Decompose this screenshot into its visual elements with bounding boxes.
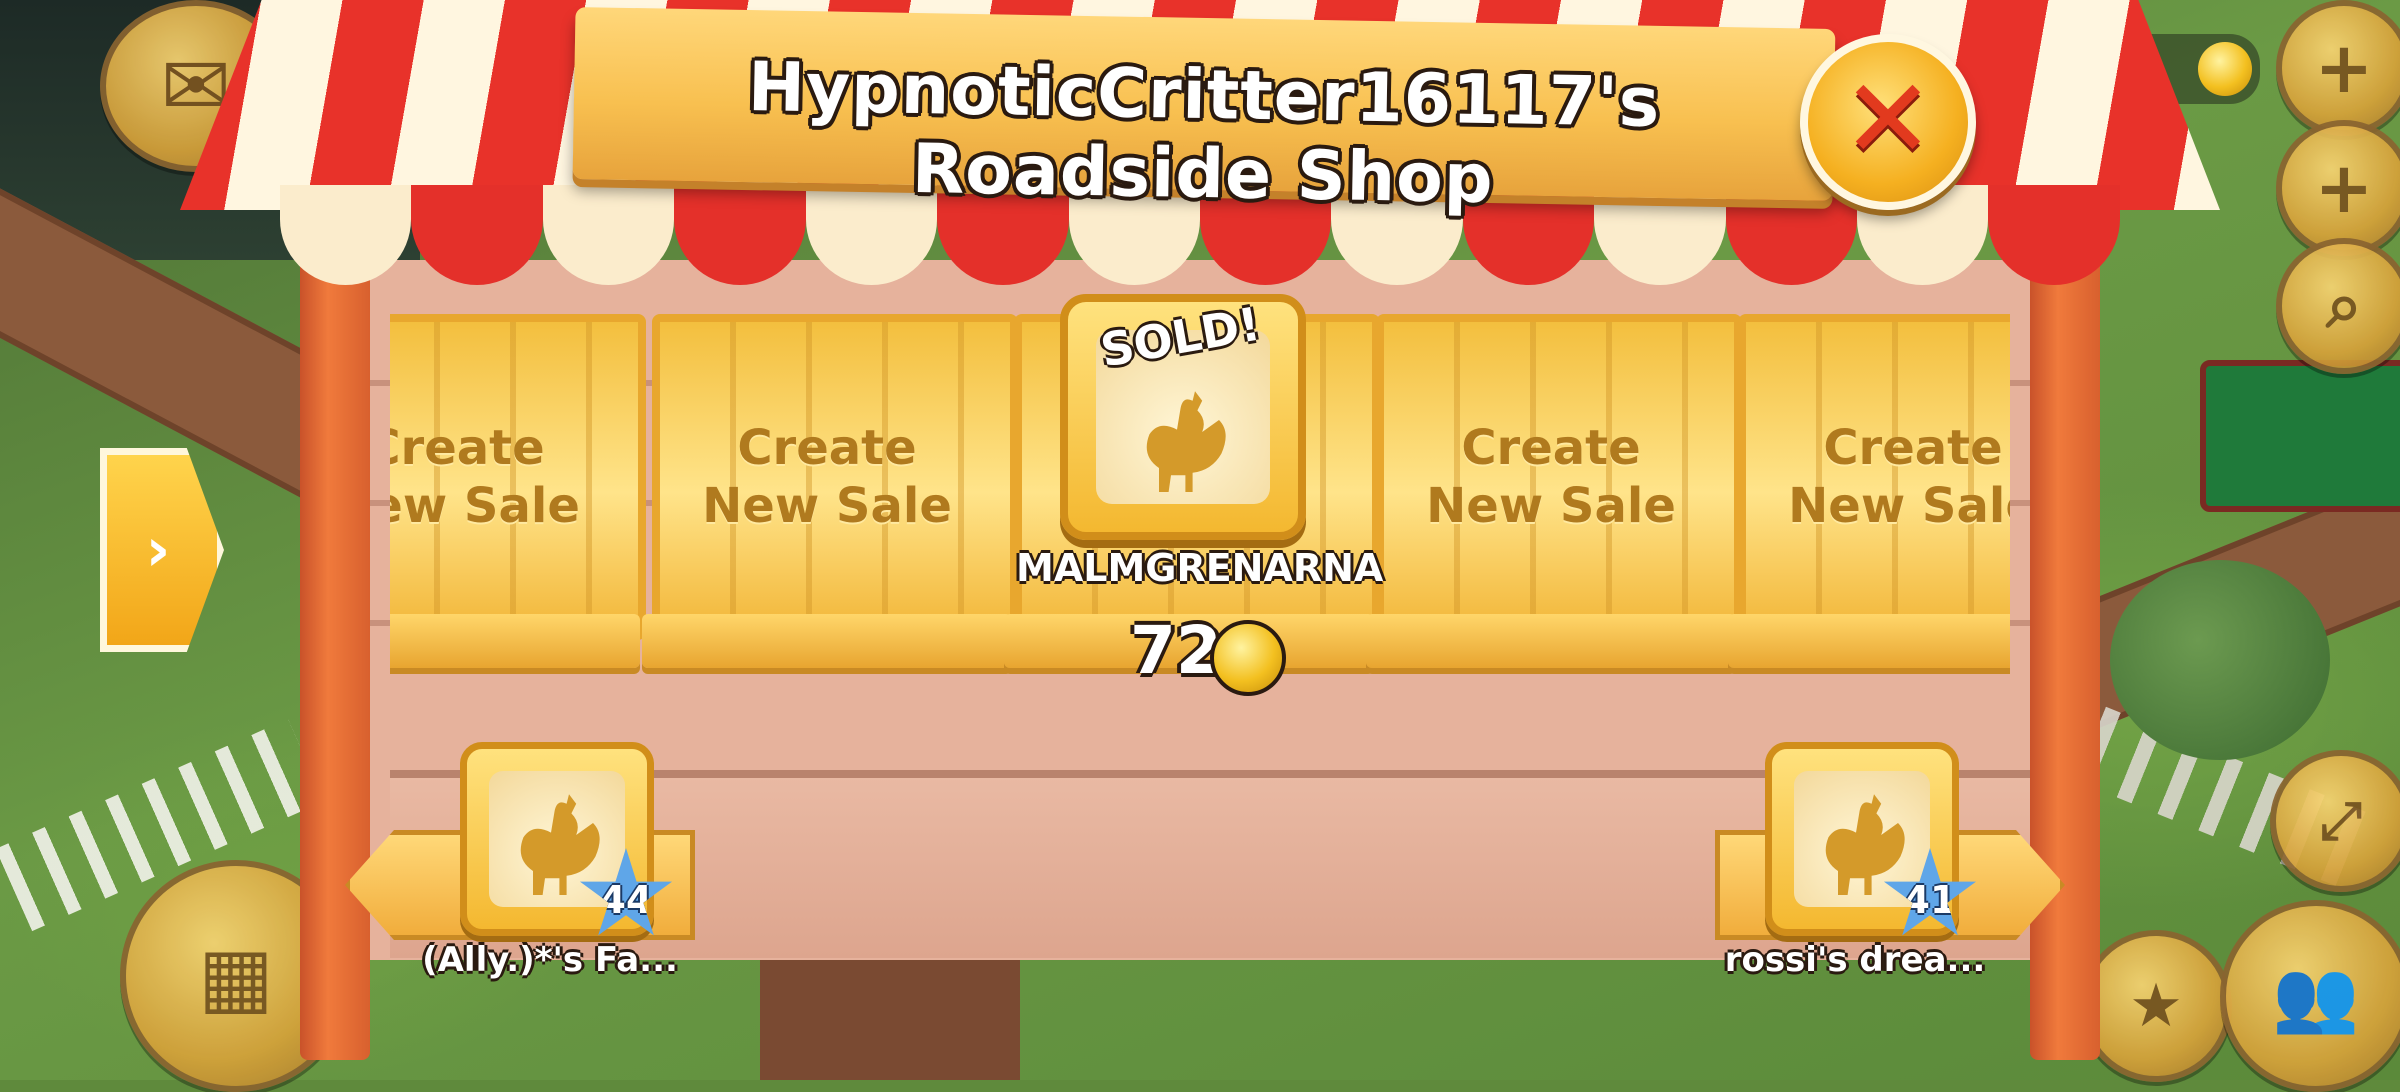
sale-slot-empty[interactable]: Create New Sale: [1728, 314, 2010, 694]
create-new-sale-label: Create New Sale: [390, 420, 580, 534]
chevron-right-icon: ›: [145, 515, 171, 585]
magnifier-icon[interactable]: ⌕: [2276, 238, 2400, 374]
coin-icon: [1210, 620, 1286, 696]
delivery-truck: [2200, 360, 2400, 512]
sale-slot-empty[interactable]: Create New Sale: [390, 314, 646, 694]
scallop: [1988, 185, 2120, 285]
farm-house: [760, 950, 1020, 1080]
expand-icon[interactable]: ⤢: [2270, 750, 2400, 892]
scallop: [411, 185, 543, 285]
hen-icon: [1146, 391, 1226, 492]
create-new-sale-label: Create New Sale: [1426, 420, 1676, 534]
crate-lip: [642, 614, 1012, 668]
close-button[interactable]: ✕: [1800, 34, 1976, 210]
title-banner: HypnoticCritter16117's Roadside Shop: [572, 7, 1836, 219]
create-new-sale-label: Create New Sale: [702, 420, 952, 534]
sale-slot-empty[interactable]: Create New Sale: [1366, 314, 1742, 694]
friends-icon[interactable]: 👥: [2220, 900, 2400, 1092]
plus-icon[interactable]: +: [2276, 0, 2400, 136]
plus-icon[interactable]: +: [2276, 120, 2400, 256]
sale-slot-empty[interactable]: Create New Sale: [642, 314, 1018, 694]
buyer-name: MALMGRENARNA: [1016, 546, 1384, 590]
crate-lip: [1366, 614, 1736, 668]
sale-price: 72: [1130, 612, 1222, 689]
create-new-sale-label: Create New Sale: [1788, 420, 2010, 534]
crate-lip: [390, 614, 640, 668]
crate-lip: [1728, 614, 2010, 668]
close-x-icon: ✕: [1841, 55, 1935, 183]
scallop: [280, 185, 412, 285]
tree: [2110, 560, 2330, 760]
photo-icon[interactable]: ★: [2080, 930, 2232, 1082]
page-title: HypnoticCritter16117's Roadside Shop: [747, 48, 1661, 220]
prev-neighbor-name[interactable]: (Ally.)*'s Fa...: [390, 940, 710, 980]
next-neighbor-name[interactable]: rossi's drea...: [1695, 940, 2015, 980]
